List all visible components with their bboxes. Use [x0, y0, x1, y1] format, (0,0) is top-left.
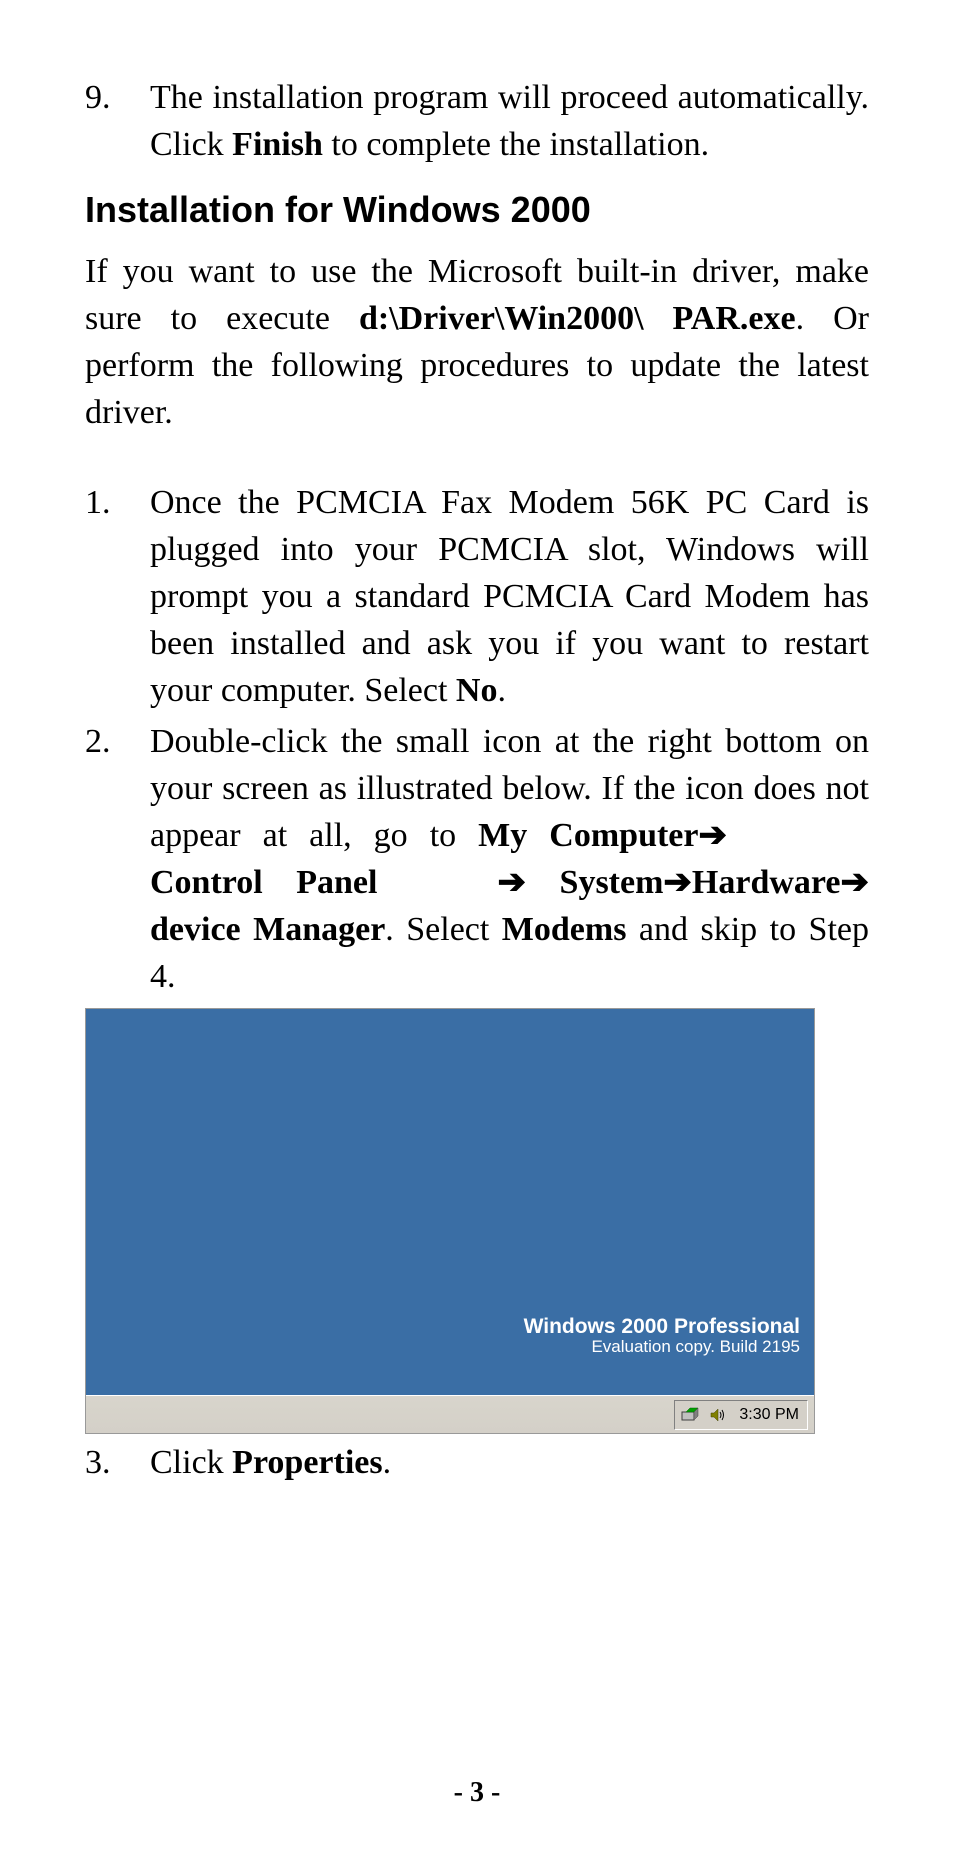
- step-number: 9.: [85, 75, 150, 169]
- arrow-icon: ➔: [663, 864, 692, 901]
- text-fragment: to complete the installation.: [323, 126, 709, 163]
- bold-path: d:\Driver\Win2000\ PAR.exe: [359, 300, 796, 337]
- step-number: 2.: [85, 719, 150, 1000]
- windows-screenshot: Windows 2000 Professional Evaluation cop…: [85, 1008, 815, 1434]
- step-text: Click Properties.: [150, 1440, 869, 1487]
- arrow-icon: ➔: [841, 864, 870, 901]
- step-9: 9. The installation program will proceed…: [85, 75, 869, 169]
- arrow-icon: ➔: [698, 817, 727, 854]
- watermark-title: Windows 2000 Professional: [524, 1315, 800, 1339]
- text-fragment: Once the PCMCIA Fax Modem 56K PC Card is…: [150, 484, 869, 709]
- watermark-subtitle: Evaluation copy. Build 2195: [591, 1337, 800, 1357]
- step-1: 1. Once the PCMCIA Fax Modem 56K PC Card…: [85, 480, 869, 715]
- text-fragment: . Select: [385, 911, 502, 948]
- step-number: 3.: [85, 1440, 150, 1487]
- step-number: 1.: [85, 480, 150, 715]
- taskbar[interactable]: 3:30 PM: [86, 1395, 814, 1433]
- bold-control-panel: Control Panel: [150, 864, 377, 901]
- step-text: Once the PCMCIA Fax Modem 56K PC Card is…: [150, 480, 869, 715]
- intro-paragraph: If you want to use the Microsoft built-i…: [85, 249, 869, 437]
- bold-finish: Finish: [232, 126, 323, 163]
- bold-properties: Properties: [232, 1444, 382, 1481]
- bold-my-computer: My Computer: [478, 817, 698, 854]
- bold-system: System: [560, 864, 664, 901]
- step-3: 3. Click Properties.: [85, 1440, 869, 1487]
- text-fragment: .: [497, 672, 506, 709]
- pcmcia-tray-icon[interactable]: [679, 1404, 701, 1426]
- section-heading: Installation for Windows 2000: [85, 189, 869, 231]
- system-tray[interactable]: 3:30 PM: [674, 1400, 808, 1430]
- volume-tray-icon[interactable]: [707, 1404, 729, 1426]
- step-2: 2. Double-click the small icon at the ri…: [85, 719, 869, 1000]
- bold-modems: Modems: [502, 911, 627, 948]
- text-fragment: Click: [150, 1444, 232, 1481]
- arrow-icon: ➔: [497, 864, 526, 901]
- document-body: 9. The installation program will proceed…: [85, 75, 869, 1487]
- bold-hardware: Hardware: [692, 864, 841, 901]
- step-text: Double-click the small icon at the right…: [150, 719, 869, 1000]
- desktop-background: Windows 2000 Professional Evaluation cop…: [86, 1009, 814, 1397]
- taskbar-clock[interactable]: 3:30 PM: [735, 1406, 799, 1424]
- bold-device-manager: device Manager: [150, 911, 385, 948]
- bold-no: No: [456, 672, 498, 709]
- step-text: The installation program will proceed au…: [150, 75, 869, 169]
- page-number: - 3 -: [0, 1777, 954, 1809]
- text-fragment: .: [383, 1444, 392, 1481]
